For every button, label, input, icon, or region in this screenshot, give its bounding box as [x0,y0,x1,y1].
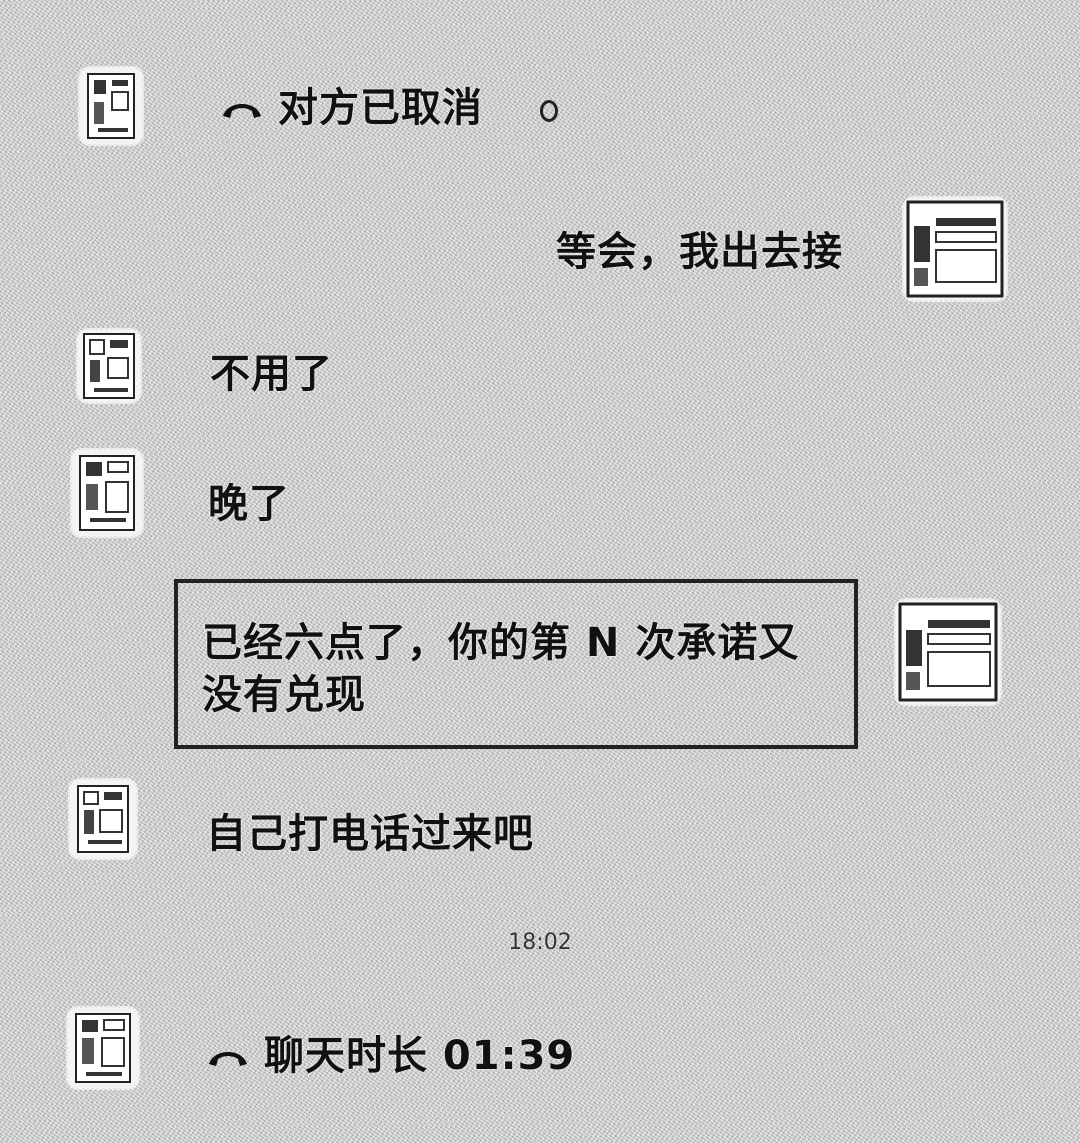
contact-avatar[interactable] [68,1008,138,1088]
received-message: 晚了 [208,481,290,527]
status-indicator [540,100,558,122]
sent-message-highlighted: 已经六点了，你的第 N 次承诺又没有兑现 [174,579,858,749]
contact-avatar[interactable] [80,68,142,144]
self-avatar[interactable] [904,198,1006,300]
sent-message: 等会，我出去接 [556,229,843,275]
call-cancelled-message: 对方已取消 [220,82,483,134]
phone-hangup-icon [220,98,264,122]
contact-avatar[interactable] [70,780,136,858]
contact-avatar[interactable] [72,450,142,536]
chat-thread: 对方已取消 等会，我出去接 不用了 晚了 已经六点了，你的第 N 次承诺又没有兑… [0,0,1080,1143]
message-timestamp: 18:02 [508,930,572,955]
contact-avatar[interactable] [78,330,140,402]
call-duration-message: 聊天时长 01:39 [206,1030,575,1082]
received-message: 自己打电话过来吧 [206,811,534,857]
self-avatar[interactable] [896,600,1000,704]
phone-hangup-icon [206,1046,250,1070]
received-message: 不用了 [210,351,333,397]
